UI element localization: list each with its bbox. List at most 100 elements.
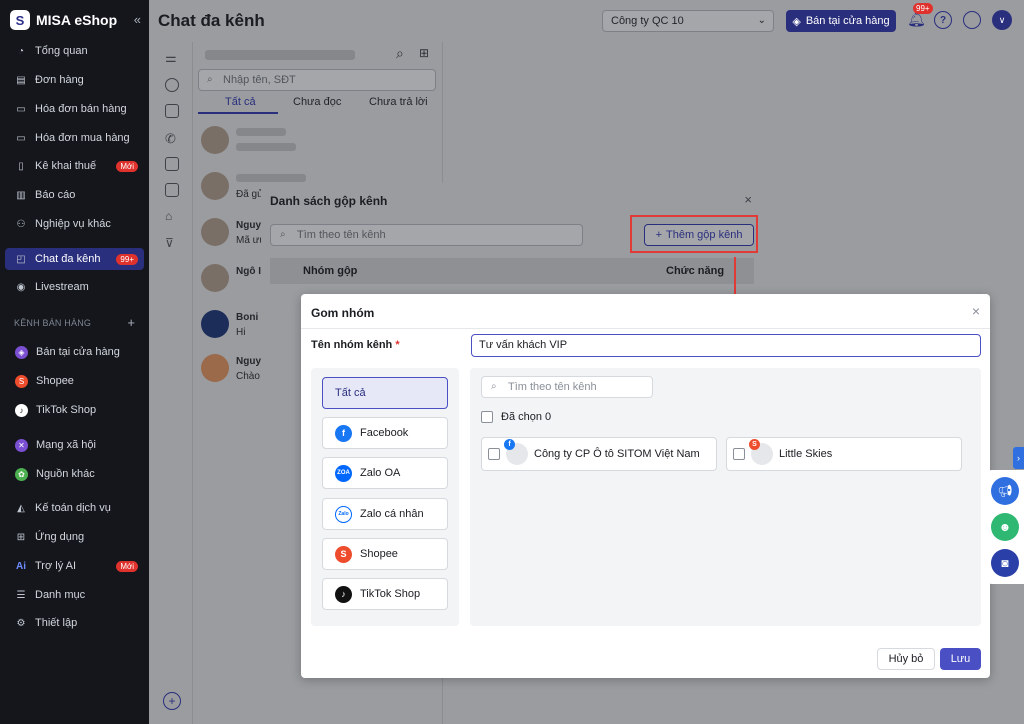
sidebar-item-other-source[interactable]: ✿ Nguồn khác xyxy=(5,463,144,485)
close-icon[interactable]: × xyxy=(744,192,752,207)
avatar xyxy=(201,126,229,154)
gear-icon: ⚙ xyxy=(16,617,26,629)
list-icon[interactable] xyxy=(165,183,179,197)
channel-search-input[interactable]: ⌕ Tìm theo tên kênh xyxy=(270,224,583,246)
channel-search-input[interactable]: ⌕ Tìm theo tên kênh xyxy=(481,376,653,398)
purchase-invoice-icon: ▭ xyxy=(16,132,26,144)
select-all-row: Đã chọn 0 xyxy=(481,411,551,423)
sidebar-item-apps[interactable]: ⊞ Ứng dụng xyxy=(5,526,144,548)
sell-in-store-button[interactable]: ◈ Bán tại cửa hàng xyxy=(786,10,896,32)
sidebar-item-tiktok[interactable]: ♪ TikTok Shop xyxy=(5,399,144,421)
search-icon: ⌕ xyxy=(207,74,213,85)
comment-icon[interactable] xyxy=(165,104,179,118)
channel-checkbox[interactable] xyxy=(488,448,500,460)
section-label-sales-channels: KÊNH BÁN HÀNG xyxy=(14,318,92,328)
sidebar-item-label: Danh mục xyxy=(35,589,86,601)
company-select-value: Công ty QC 10 xyxy=(611,15,684,27)
sidebar-item-label: Thiết lập xyxy=(35,617,78,629)
facebook-icon: f xyxy=(504,439,515,450)
sidebar-item-store[interactable]: ◈ Bán tại cửa hàng xyxy=(5,341,144,363)
avatar xyxy=(201,218,229,246)
channel-card-sitom[interactable]: f Công ty CP Ô tô SITOM Việt Nam xyxy=(481,437,717,471)
zalo-icon: Zalo xyxy=(335,505,352,523)
save-button[interactable]: Lưu xyxy=(940,648,981,670)
column-header-group: Nhóm gộp xyxy=(303,265,358,277)
sidebar-item-shopee[interactable]: S Shopee xyxy=(5,370,144,392)
help-icon[interactable]: ? xyxy=(934,11,952,29)
channel-filter-shopee[interactable]: S Shopee xyxy=(322,538,448,570)
store-icon: ◈ xyxy=(15,345,28,359)
expand-widget-tab[interactable]: › xyxy=(1013,447,1024,469)
chatbot-icon[interactable]: ☻ xyxy=(991,513,1019,541)
sidebar-item-settings[interactable]: ⚙ Thiết lập xyxy=(5,612,144,634)
group-name-input[interactable]: Tư vấn khách VIP xyxy=(471,334,981,357)
smile-icon[interactable] xyxy=(963,11,981,29)
new-badge: Mới xyxy=(116,560,138,572)
selected-count: Đã chọn 0 xyxy=(501,411,552,423)
conversation-search-input[interactable]: ⌕ Nhập tên, SĐT xyxy=(198,69,436,91)
sidebar-item-orders[interactable]: ▤ Đơn hàng xyxy=(5,69,144,91)
sidebar-item-sales-invoice[interactable]: ▭ Hóa đơn bán hàng xyxy=(5,98,144,120)
image-icon[interactable] xyxy=(165,157,179,171)
conversation-name xyxy=(236,128,286,139)
tag-icon[interactable]: ⌂ xyxy=(165,209,179,223)
sidebar-item-label: Nghiệp vụ khác xyxy=(35,218,111,230)
sidebar-item-accounting[interactable]: ◭ Kế toán dịch vụ xyxy=(5,497,144,519)
conversation-item[interactable] xyxy=(201,120,437,164)
avatar xyxy=(201,310,229,338)
user-avatar[interactable]: ∨ xyxy=(992,10,1012,30)
livestream-icon: ◉ xyxy=(16,281,26,293)
required-mark: * xyxy=(395,339,400,351)
chat-icon-rail: ⚌ ✆ ⌂ ⊽ + xyxy=(149,42,193,724)
add-circle-icon[interactable]: + xyxy=(163,692,181,710)
sidebar-item-label: Mạng xã hội xyxy=(36,439,96,451)
sidebar-item-overview[interactable]: ◔ Tổng quan xyxy=(5,40,144,62)
channel-checkbox[interactable] xyxy=(733,448,745,460)
sidebar-item-label: Tổng quan xyxy=(35,45,88,57)
phone-icon[interactable]: ✆ xyxy=(165,131,179,146)
floating-widget-panel: 📢︎ ☻ ◙ xyxy=(986,470,1024,584)
report-icon: ▥ xyxy=(16,189,26,201)
apps-icon: ⊞ xyxy=(16,531,26,543)
page-selector[interactable] xyxy=(205,50,355,60)
sidebar-item-other-ops[interactable]: ⚇ Nghiệp vụ khác xyxy=(5,213,144,235)
sell-in-store-label: Bán tại cửa hàng xyxy=(805,15,890,27)
app-logo[interactable]: S MISA eShop xyxy=(0,0,149,40)
sidebar-item-report[interactable]: ▥ Báo cáo xyxy=(5,184,144,206)
channel-filter-zalo-oa[interactable]: ZOA Zalo OA xyxy=(322,457,448,489)
message-icon[interactable] xyxy=(165,78,179,92)
close-icon[interactable]: × xyxy=(972,303,980,319)
channel-card-little-skies[interactable]: S Little Skies xyxy=(726,437,962,471)
zalo-oa-icon: ZOA xyxy=(335,464,352,482)
channel-filter-facebook[interactable]: f Facebook xyxy=(322,417,448,449)
sidebar-item-chat[interactable]: ◰ Chat đa kênh 99+ xyxy=(5,248,144,270)
search-placeholder: Tìm theo tên kênh xyxy=(297,229,386,241)
channel-filter-zalo-personal[interactable]: Zalo Zalo cá nhân xyxy=(322,498,448,530)
channel-filter-all[interactable]: Tất cả xyxy=(322,377,448,409)
collapse-sidebar-icon[interactable]: « xyxy=(134,12,141,27)
tab-unanswered[interactable]: Chưa trả lời xyxy=(369,96,428,108)
megaphone-icon[interactable]: 📢︎ xyxy=(991,477,1019,505)
grid-icon[interactable]: ⊞ xyxy=(419,46,429,60)
group-name-label-text: Tên nhóm kênh xyxy=(311,339,393,351)
channel-filter-label: TikTok Shop xyxy=(360,588,421,600)
sidebar-item-tax[interactable]: ▯ Kê khai thuế Mới xyxy=(5,155,144,177)
filter-clear-icon[interactable]: ⊽ xyxy=(165,236,179,250)
avatar: f xyxy=(504,439,528,465)
sidebar-item-ai[interactable]: Ai Trợ lý AI Mới xyxy=(5,555,144,577)
cancel-button[interactable]: Hủy bỏ xyxy=(877,648,935,670)
tab-all[interactable]: Tất cả xyxy=(225,96,256,108)
add-channel-icon[interactable]: + xyxy=(127,315,135,330)
sidebar-item-purchase-invoice[interactable]: ▭ Hóa đơn mua hàng xyxy=(5,127,144,149)
sidebar-item-catalog[interactable]: ☰ Danh mục xyxy=(5,584,144,606)
company-select[interactable]: Công ty QC 10 ⌄ xyxy=(602,10,774,32)
assistant-robot-icon[interactable]: ◙ xyxy=(991,549,1019,577)
tab-unread[interactable]: Chưa đọc xyxy=(293,96,341,108)
search-icon[interactable]: ⌕ xyxy=(396,45,404,62)
select-all-checkbox[interactable] xyxy=(481,411,493,423)
filter-icon[interactable]: ⚌ xyxy=(165,50,179,65)
sidebar-item-label: Đơn hàng xyxy=(35,74,84,86)
channel-filter-tiktok[interactable]: ♪ TikTok Shop xyxy=(322,578,448,610)
sidebar-item-social[interactable]: ✕ Mạng xã hội xyxy=(5,434,144,456)
sidebar-item-livestream[interactable]: ◉ Livestream xyxy=(5,276,144,298)
